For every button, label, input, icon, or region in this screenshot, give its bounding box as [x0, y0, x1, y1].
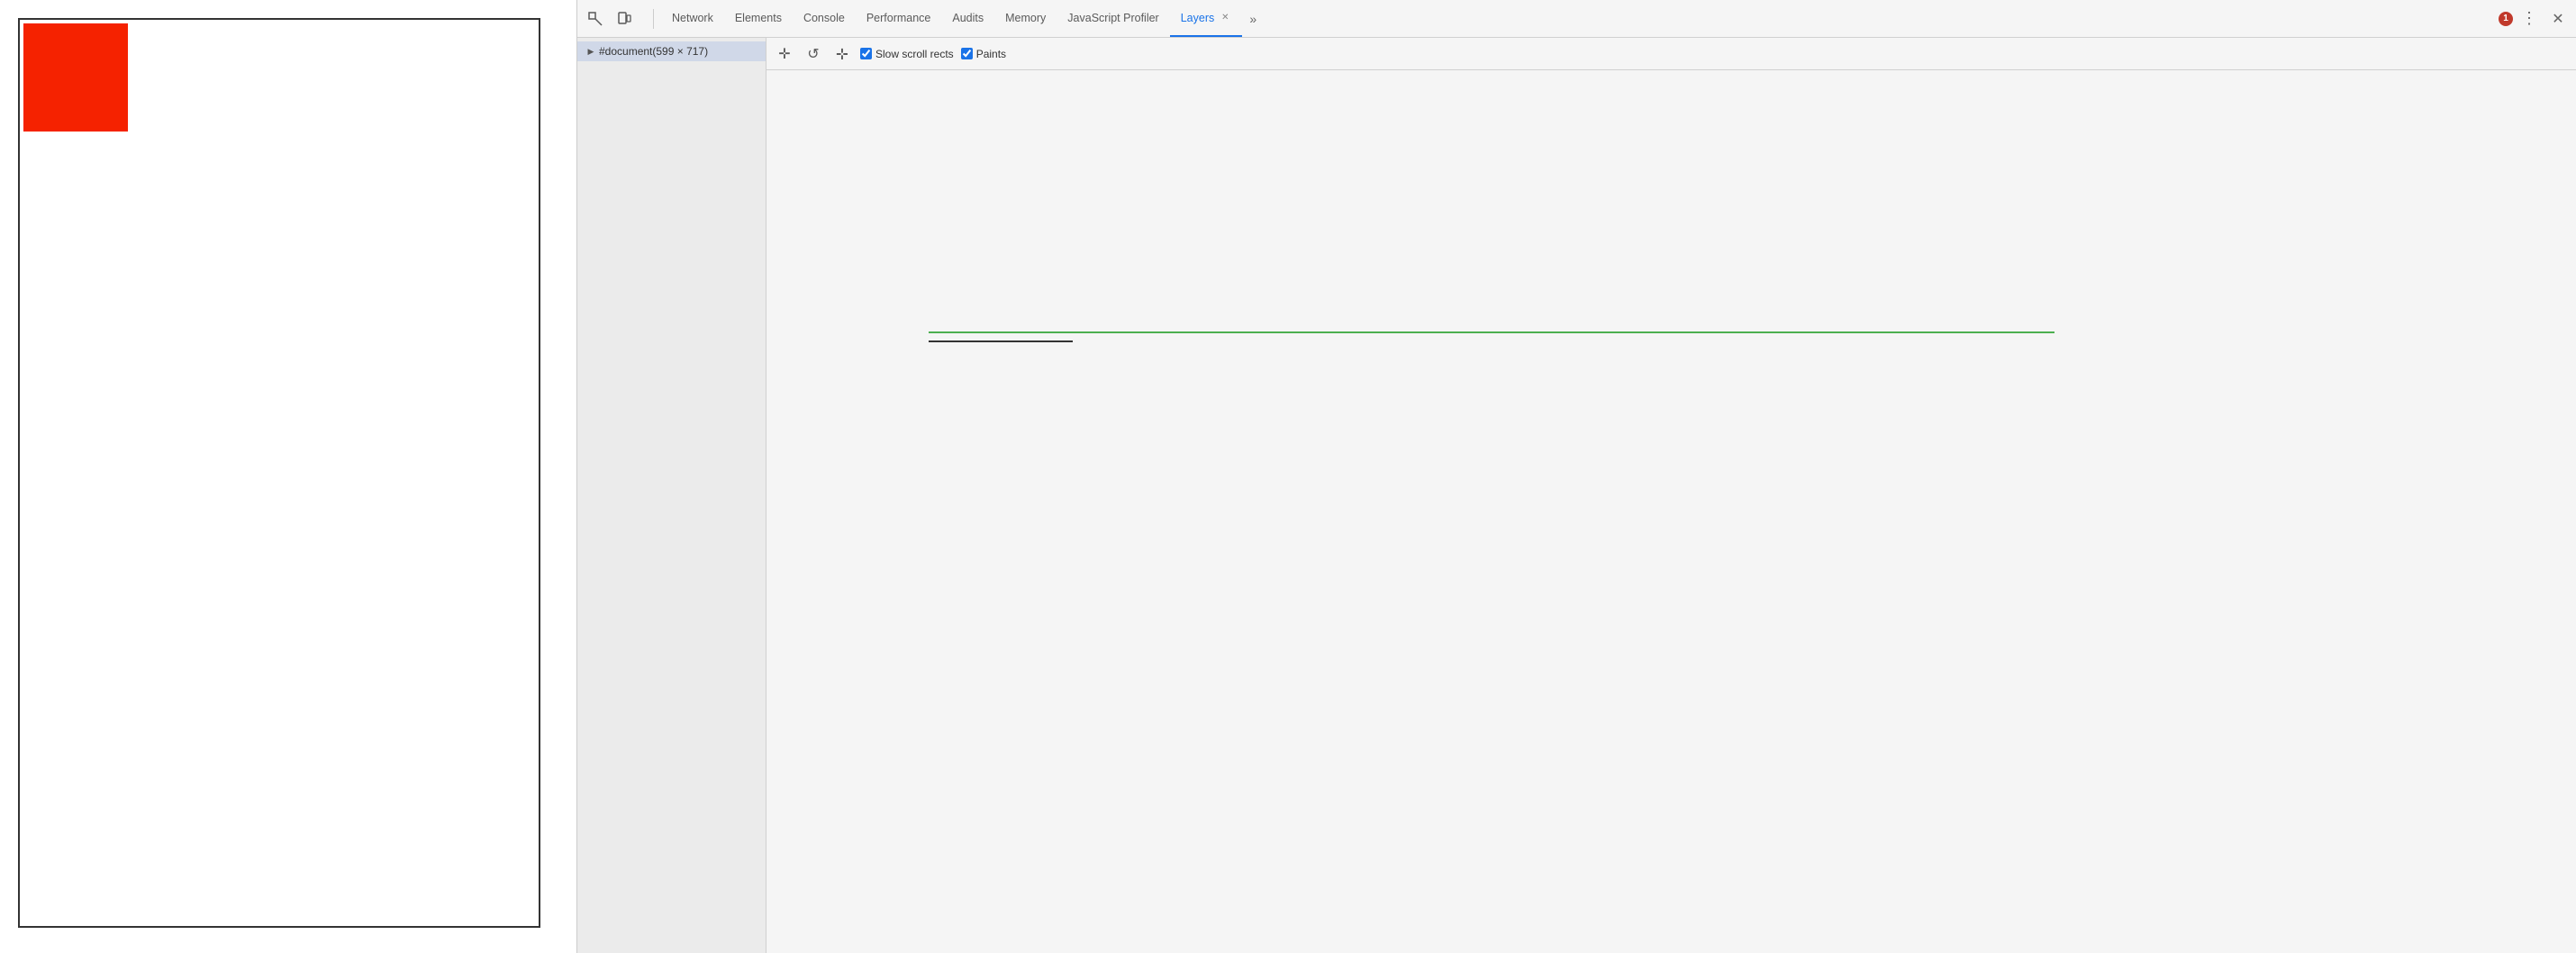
red-box: [23, 23, 128, 132]
tab-network[interactable]: Network: [661, 0, 724, 37]
paints-label[interactable]: Paints: [961, 48, 1006, 60]
layer-black-line: [929, 340, 1073, 342]
layers-pan-button[interactable]: ✛: [774, 43, 795, 65]
devtools-inner: ✛ ↺ ⊹ Slow scroll rects Paints: [766, 38, 2576, 953]
layer-green-line: [929, 331, 2054, 333]
layers-tree-document-item[interactable]: ▶ #document(599 × 717): [577, 41, 766, 61]
devtools-left-icons: [583, 6, 637, 32]
devtools-tabs: Network Elements Console Performance Aud…: [661, 0, 2493, 37]
tab-javascript-profiler[interactable]: JavaScript Profiler: [1057, 0, 1169, 37]
layers-tree-panel: ▶ #document(599 × 717): [577, 38, 766, 953]
devtools-close-button[interactable]: ✕: [2545, 6, 2571, 32]
error-badge: 1: [2499, 12, 2513, 26]
devtools-content: ▶ #document(599 × 717) ✛ ↺ ⊹ Slow scroll…: [577, 38, 2576, 953]
layers-secondary-toolbar: ✛ ↺ ⊹ Slow scroll rects Paints: [766, 38, 2576, 70]
error-badge-icon: 1: [2499, 12, 2513, 26]
devtools-separator: [653, 9, 654, 29]
tab-memory[interactable]: Memory: [994, 0, 1057, 37]
tree-expand-arrow: ▶: [585, 45, 597, 58]
devtools-toolbar: Network Elements Console Performance Aud…: [577, 0, 2576, 38]
tab-console[interactable]: Console: [793, 0, 856, 37]
tab-elements[interactable]: Elements: [724, 0, 793, 37]
layers-3d-area[interactable]: [766, 70, 2576, 953]
tab-layers[interactable]: Layers ✕: [1170, 0, 1243, 37]
tab-layers-close-button[interactable]: ✕: [1219, 12, 1231, 24]
slow-scroll-rects-checkbox[interactable]: [860, 48, 872, 59]
device-toolbar-button[interactable]: [612, 6, 637, 32]
inspect-element-button[interactable]: [583, 6, 608, 32]
layers-rotate-button[interactable]: ↺: [803, 43, 824, 65]
slow-scroll-rects-label[interactable]: Slow scroll rects: [860, 48, 954, 60]
tab-audits[interactable]: Audits: [941, 0, 994, 37]
paints-checkbox[interactable]: [961, 48, 973, 59]
browser-viewport: [0, 0, 576, 953]
layers-move-button[interactable]: ⊹: [831, 43, 853, 65]
devtools-menu-button[interactable]: ⋮: [2517, 6, 2542, 32]
devtools-right-icons: 1 ⋮ ✕: [2499, 6, 2571, 32]
page-canvas: [18, 18, 540, 928]
tab-performance[interactable]: Performance: [856, 0, 942, 37]
devtools-panel: Network Elements Console Performance Aud…: [576, 0, 2576, 953]
devtools-overflow-button[interactable]: »: [1242, 8, 1264, 30]
